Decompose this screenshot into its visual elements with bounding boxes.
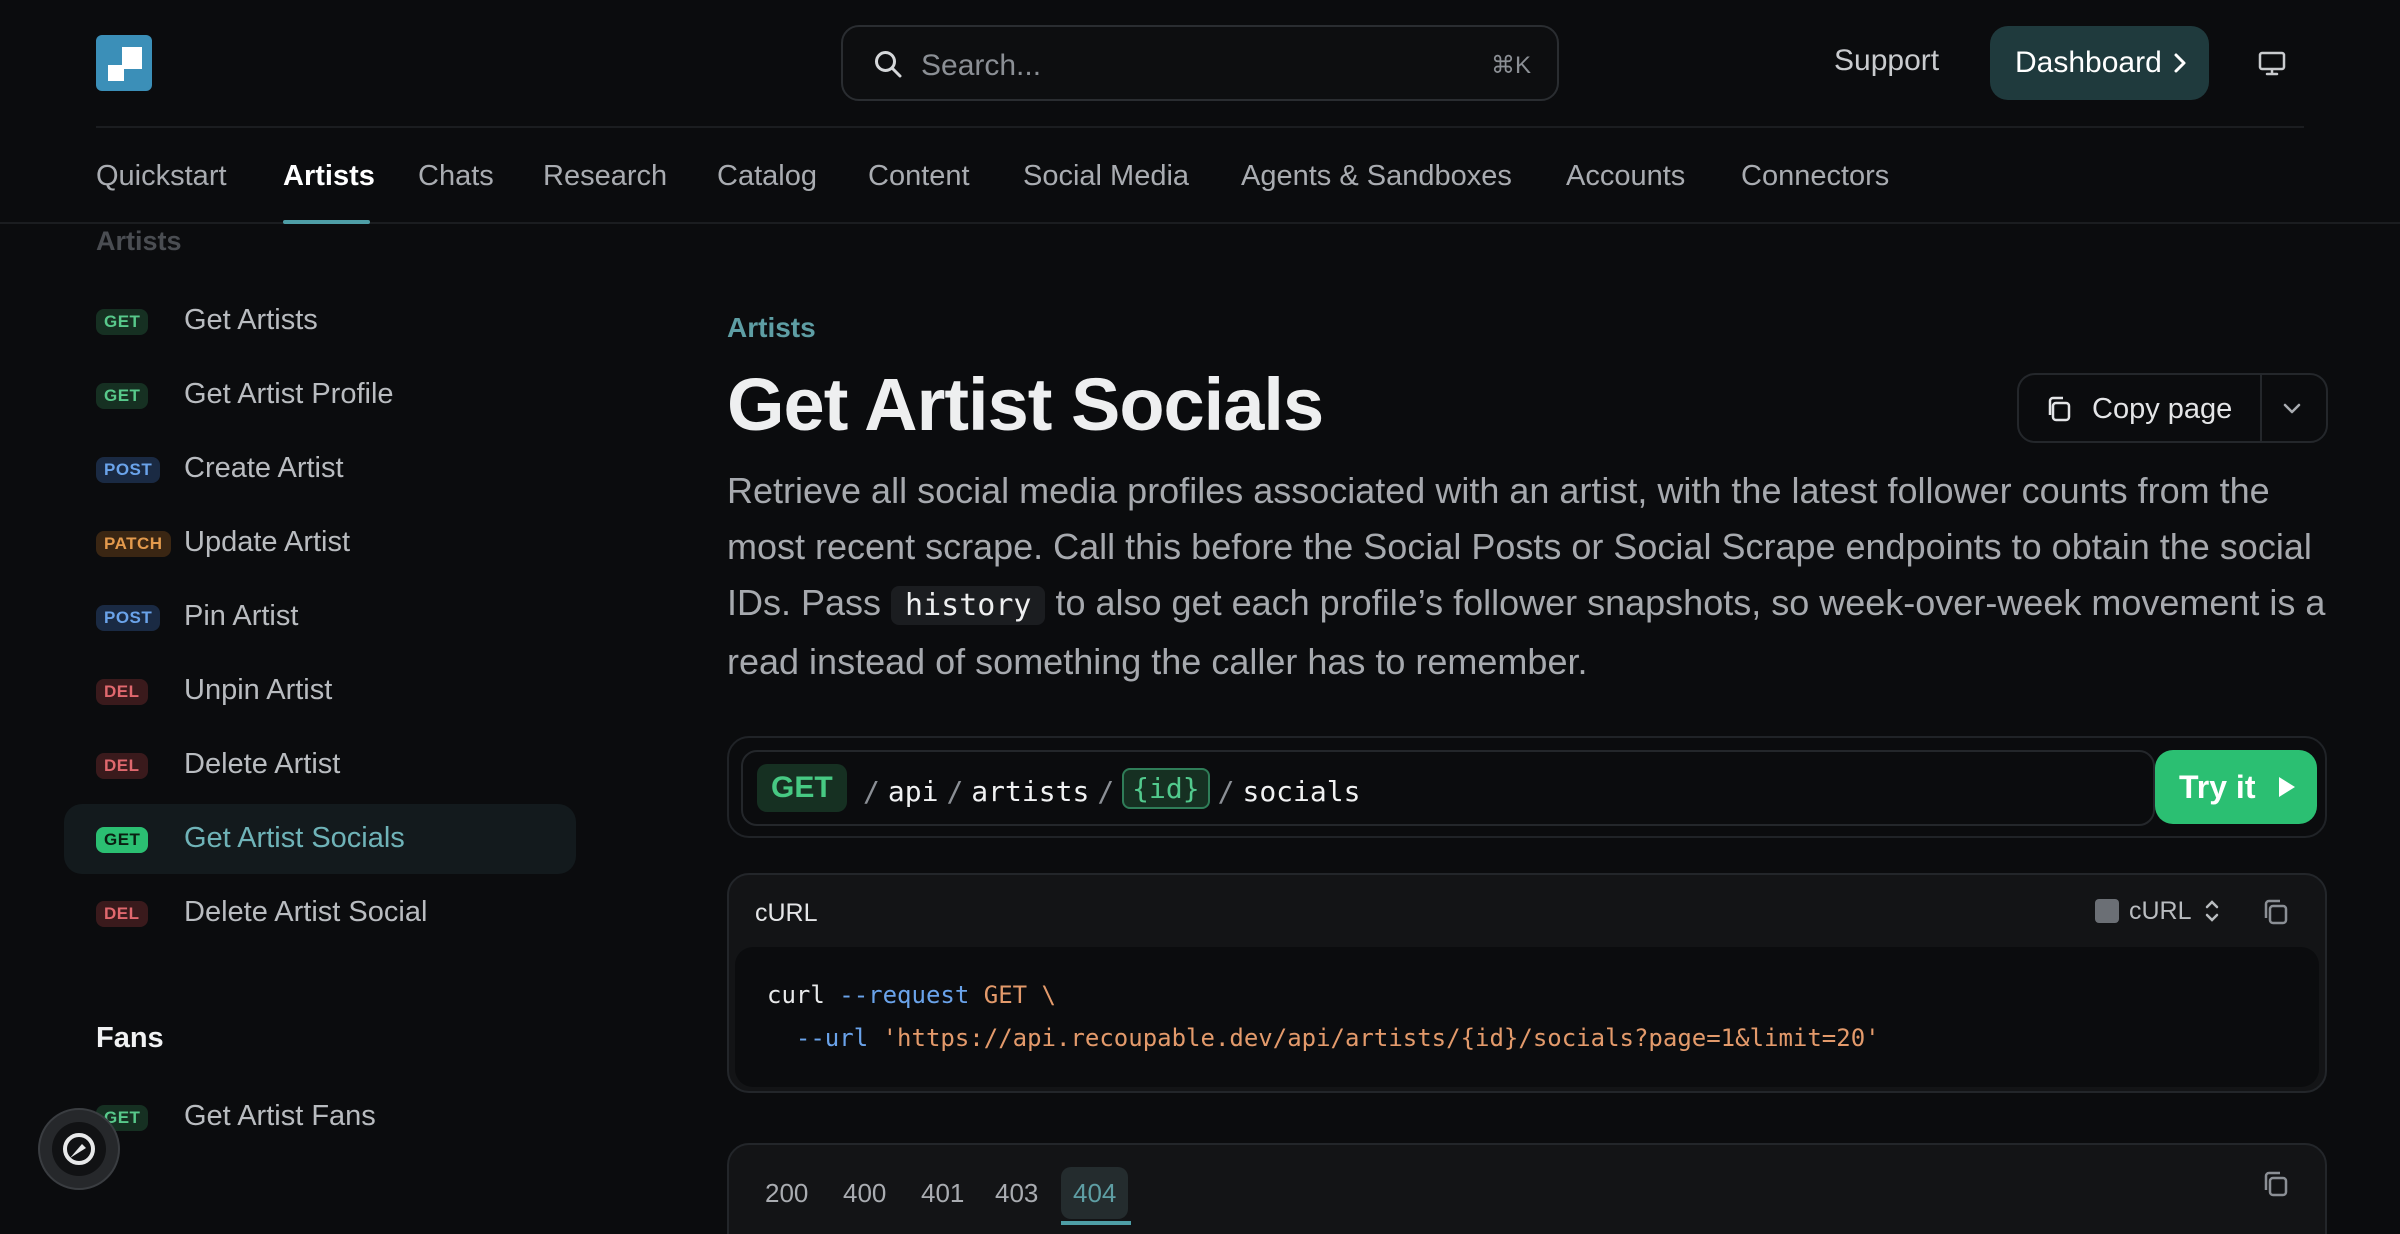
inline-code: history <box>891 586 1046 625</box>
sidebar-group-heading: Fans <box>96 1022 164 1054</box>
method-badge: DEL <box>96 753 148 779</box>
logo[interactable] <box>96 35 152 91</box>
sidebar-item-get-artists[interactable]: GET Get Artists <box>64 286 576 356</box>
monitor-icon[interactable] <box>2257 48 2287 78</box>
active-tab-indicator <box>283 220 370 224</box>
chevron-down-icon[interactable] <box>2278 397 2306 421</box>
sidebar-item-label: Pin Artist <box>184 600 299 632</box>
assistant-button[interactable] <box>38 1108 120 1190</box>
path-segment: socials <box>1242 775 1361 808</box>
tab-agents-sandboxes[interactable]: Agents & Sandboxes <box>1241 160 1512 193</box>
method-badge: GET <box>96 827 149 853</box>
sidebar-section-title: Artists <box>96 226 182 256</box>
terminal-icon <box>2095 899 2119 923</box>
status-tab-404[interactable]: 404 <box>1061 1167 1129 1219</box>
endpoint-url[interactable]: GET / api / artists / {id} / socials <box>741 750 2155 826</box>
sidebar-item-unpin-artist[interactable]: DEL Unpin Artist <box>64 656 576 726</box>
sidebar-item-label: Unpin Artist <box>184 674 333 706</box>
code-example: cURL cURL curl --request GET \ --url 'ht… <box>727 873 2327 1093</box>
method-badge: GET <box>96 383 149 409</box>
sidebar-item-delete-artist[interactable]: DEL Delete Artist <box>64 730 576 800</box>
path-segment: api <box>887 775 939 808</box>
top-tabs: Quickstart Artists Chats Research Catalo… <box>0 128 2400 224</box>
sidebar-item-delete-artist-social[interactable]: DEL Delete Artist Social <box>64 878 576 948</box>
search-shortcut: ⌘K <box>1490 52 1531 79</box>
page-description: Retrieve all social media profiles assoc… <box>727 463 2327 690</box>
assistant-icon <box>63 1133 95 1165</box>
tab-chats[interactable]: Chats <box>418 160 494 193</box>
tab-research[interactable]: Research <box>543 160 667 193</box>
status-tab-401[interactable]: 401 <box>909 1167 976 1219</box>
dashboard-label: Dashboard <box>2015 46 2162 79</box>
sidebar-item-label: Get Artist Socials <box>184 822 405 854</box>
tab-artists[interactable]: Artists <box>283 160 375 193</box>
method-badge: PATCH <box>96 531 171 557</box>
path-separator: / <box>1097 775 1115 808</box>
method-badge: DEL <box>96 901 148 927</box>
search-placeholder: Search... <box>921 49 1042 82</box>
code-line: --url 'https://api.recoupable.dev/api/ar… <box>795 1024 1880 1052</box>
tab-accounts[interactable]: Accounts <box>1566 160 1685 193</box>
breadcrumb[interactable]: Artists <box>727 312 816 344</box>
sidebar-item-label: Delete Artist Social <box>184 896 428 928</box>
language-select[interactable]: cURL <box>2129 897 2192 926</box>
method-badge: DEL <box>96 679 148 705</box>
code-body: curl --request GET \ --url 'https://api.… <box>735 947 2319 1087</box>
copy-page-button[interactable]: Copy page <box>2019 375 2262 441</box>
sidebar-item-label: Get Artists <box>184 304 318 336</box>
sidebar-item-label: Delete Artist <box>184 748 341 780</box>
search-bar[interactable]: Search... ⌘K <box>841 25 1559 101</box>
sidebar-item-label: Update Artist <box>184 526 351 558</box>
code-title: cURL <box>755 899 818 927</box>
method-badge: GET <box>757 764 847 812</box>
path-separator: / <box>863 775 880 808</box>
search-icon <box>875 51 902 78</box>
sidebar-item-update-artist[interactable]: PATCH Update Artist <box>64 508 576 578</box>
path-segment: artists <box>971 775 1090 808</box>
copy-icon[interactable] <box>2261 897 2291 927</box>
copy-icon[interactable] <box>2261 1169 2291 1199</box>
sidebar-item-label: Get Artist Fans <box>184 1100 376 1132</box>
copy-page-group: Copy page <box>2017 373 2328 443</box>
status-tab-400[interactable]: 400 <box>831 1167 898 1219</box>
path-separator: / <box>1217 775 1235 808</box>
tab-content[interactable]: Content <box>868 160 970 193</box>
sidebar-item-get-artist-socials[interactable]: GET Get Artist Socials <box>64 804 576 874</box>
chevron-up-down-icon[interactable] <box>2203 897 2221 925</box>
response-example: 200 400 401 403 404 <box>727 1143 2327 1234</box>
try-it-button[interactable]: Try it <box>2155 750 2317 824</box>
status-tab-403[interactable]: 403 <box>983 1167 1050 1219</box>
page-title: Get Artist Socials <box>727 363 1324 446</box>
top-header: Search... ⌘K Support Dashboard <box>0 0 2400 126</box>
try-it-label: Try it <box>2179 769 2256 805</box>
tab-connectors[interactable]: Connectors <box>1741 160 1889 193</box>
copy-page-label: Copy page <box>2092 393 2233 425</box>
sidebar-item-get-artist-fans[interactable]: GET Get Artist Fans <box>64 1082 576 1152</box>
active-status-indicator <box>1061 1221 1131 1225</box>
sidebar-item-pin-artist[interactable]: POST Pin Artist <box>64 582 576 652</box>
path-parameter[interactable]: {id} <box>1122 768 1210 809</box>
support-link[interactable]: Support <box>1834 44 1939 78</box>
tab-social-media[interactable]: Social Media <box>1023 160 1189 193</box>
tab-catalog[interactable]: Catalog <box>717 160 817 193</box>
copy-icon <box>2048 396 2071 422</box>
sidebar-item-create-artist[interactable]: POST Create Artist <box>64 434 576 504</box>
sidebar-item-label: Create Artist <box>184 452 344 484</box>
chevron-right-icon <box>2174 53 2186 73</box>
endpoint-bar: GET / api / artists / {id} / socials Try… <box>727 736 2327 838</box>
sidebar-item-get-artist-profile[interactable]: GET Get Artist Profile <box>64 360 576 430</box>
sidebar-item-label: Get Artist Profile <box>184 378 394 410</box>
method-badge: POST <box>96 457 161 483</box>
play-icon <box>2279 777 2295 797</box>
divider <box>2260 375 2262 441</box>
method-badge: GET <box>96 309 149 335</box>
path-separator: / <box>946 775 964 808</box>
dashboard-button[interactable]: Dashboard <box>1990 26 2209 100</box>
method-badge: POST <box>96 605 161 631</box>
endpoint-path: / api / artists / {id} / socials <box>855 768 1361 809</box>
status-tab-200[interactable]: 200 <box>753 1167 820 1219</box>
tab-quickstart[interactable]: Quickstart <box>96 160 227 193</box>
code-line: curl --request GET \ <box>767 981 1056 1009</box>
